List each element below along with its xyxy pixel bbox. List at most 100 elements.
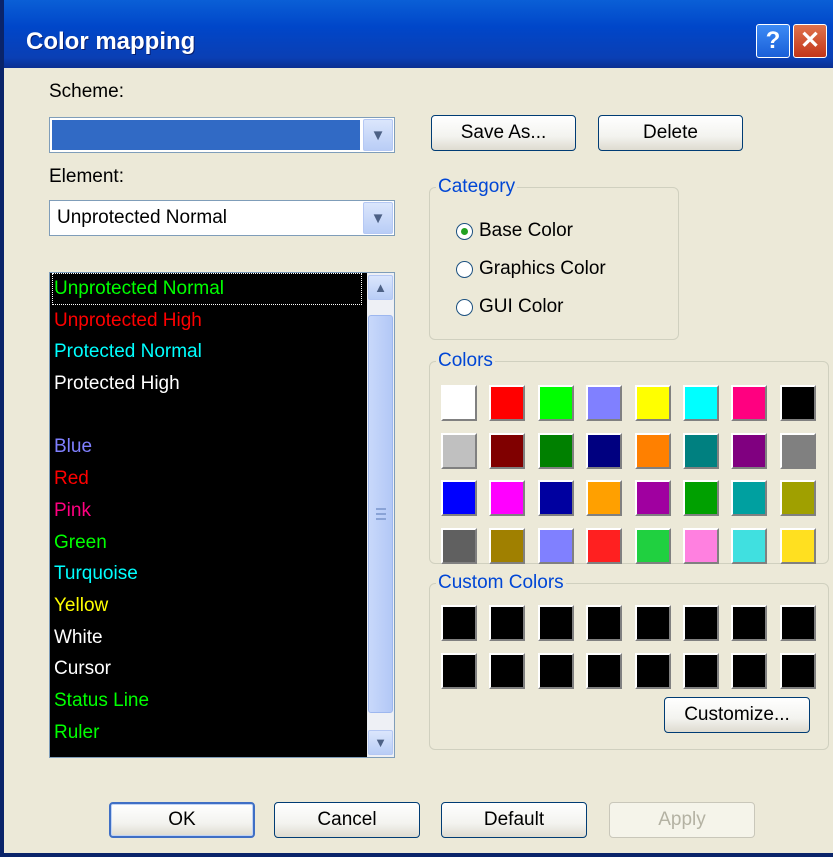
color-swatch[interactable] (634, 527, 671, 564)
custom-color-swatch[interactable] (634, 605, 671, 641)
custom-color-swatch[interactable] (586, 605, 623, 641)
list-item[interactable]: Protected High (52, 368, 362, 400)
color-swatch[interactable] (634, 480, 671, 516)
custom-color-swatch[interactable] (683, 652, 719, 689)
radio-circle-icon[interactable] (456, 222, 473, 240)
scroll-thumb[interactable] (368, 315, 393, 713)
color-swatch[interactable] (586, 480, 623, 516)
category-radio-label: Base Color (479, 220, 573, 241)
color-swatch[interactable] (683, 480, 719, 516)
list-item[interactable]: Protected Normal (52, 336, 362, 368)
color-swatch[interactable] (489, 432, 526, 469)
delete-button[interactable]: Delete (598, 115, 743, 151)
scheme-label: Scheme: (49, 81, 124, 102)
custom-color-swatch[interactable] (683, 605, 719, 641)
color-swatch[interactable] (683, 385, 719, 421)
close-button[interactable]: ✕ (793, 24, 827, 58)
scheme-value (52, 120, 360, 150)
list-item[interactable]: Red (52, 463, 362, 495)
color-swatch[interactable] (441, 385, 477, 421)
list-item[interactable]: White (52, 622, 362, 654)
custom-color-swatch[interactable] (634, 652, 671, 689)
color-swatch[interactable] (731, 385, 768, 421)
color-swatch[interactable] (441, 432, 477, 469)
customize-button[interactable]: Customize... (664, 697, 810, 733)
scroll-up-button[interactable]: ▲ (368, 275, 393, 300)
radio-circle-icon[interactable] (456, 260, 473, 278)
custom-color-swatch[interactable] (441, 652, 477, 689)
category-radio-label: Graphics Color (479, 258, 606, 279)
chevron-down-icon: ▼ (374, 735, 387, 750)
element-list-items: Unprotected Normal Unprotected High Protec… (52, 273, 362, 748)
custom-color-swatch[interactable] (779, 605, 816, 641)
color-swatch[interactable] (537, 432, 574, 469)
list-item[interactable]: Cursor (52, 653, 362, 685)
color-swatch[interactable] (731, 432, 768, 469)
list-item[interactable]: Status Line (52, 685, 362, 717)
color-swatch[interactable] (586, 432, 623, 469)
scheme-combobox[interactable]: ▼ (49, 117, 395, 153)
custom-color-swatch[interactable] (537, 652, 574, 689)
custom-color-swatch[interactable] (779, 652, 816, 689)
category-radio[interactable]: Graphics Color (456, 258, 606, 280)
color-swatch[interactable] (779, 385, 816, 421)
custom-colors-legend: Custom Colors (438, 572, 564, 593)
radio-circle-icon[interactable] (456, 298, 473, 316)
color-swatch[interactable] (731, 480, 768, 516)
color-swatch[interactable] (634, 432, 671, 469)
color-swatch[interactable] (634, 385, 671, 421)
category-radio[interactable]: GUI Color (456, 296, 563, 318)
list-item[interactable]: Ruler (52, 717, 362, 749)
ok-button[interactable]: OK (109, 802, 255, 838)
color-mapping-dialog: Color mapping ? ✕ Scheme: ▼ Element: Unp… (0, 0, 833, 857)
list-item[interactable]: Yellow (52, 590, 362, 622)
list-item[interactable]: Blue (52, 431, 362, 463)
help-button[interactable]: ? (756, 24, 790, 58)
color-swatch[interactable] (489, 385, 526, 421)
color-swatch[interactable] (779, 480, 816, 516)
chevron-down-icon: ▼ (370, 209, 386, 227)
help-icon: ? (765, 27, 781, 54)
list-item[interactable]: Green (52, 527, 362, 559)
color-swatch[interactable] (537, 385, 574, 421)
title-bar[interactable]: Color mapping ? ✕ (4, 0, 833, 68)
scheme-dropdown-button[interactable]: ▼ (363, 119, 393, 151)
color-swatch[interactable] (586, 385, 623, 421)
apply-button[interactable]: Apply (609, 802, 755, 838)
category-radio[interactable]: Base Color (456, 220, 573, 242)
color-swatch[interactable] (441, 527, 477, 564)
color-swatch[interactable] (779, 527, 816, 564)
color-swatch[interactable] (537, 527, 574, 564)
custom-color-swatch[interactable] (731, 652, 768, 689)
default-button[interactable]: Default (441, 802, 587, 838)
list-item[interactable]: Unprotected High (52, 305, 362, 337)
cancel-button[interactable]: Cancel (274, 802, 420, 838)
save-as-button[interactable]: Save As... (431, 115, 576, 151)
list-item[interactable]: Pink (52, 495, 362, 527)
custom-color-swatch[interactable] (441, 605, 477, 641)
window-title: Color mapping (26, 28, 196, 55)
list-scrollbar[interactable]: ▲ ▼ (367, 273, 394, 757)
color-swatch[interactable] (683, 432, 719, 469)
color-swatch[interactable] (731, 527, 768, 564)
scroll-down-button[interactable]: ▼ (368, 730, 393, 755)
list-item[interactable]: Unprotected Normal (52, 273, 362, 305)
color-swatch[interactable] (586, 527, 623, 564)
element-dropdown-button[interactable]: ▼ (363, 202, 393, 234)
color-swatch[interactable] (441, 480, 477, 516)
list-item[interactable] (52, 400, 362, 432)
color-swatch[interactable] (779, 432, 816, 469)
custom-color-swatch[interactable] (537, 605, 574, 641)
color-swatch[interactable] (683, 527, 719, 564)
custom-color-swatch[interactable] (586, 652, 623, 689)
close-icon: ✕ (799, 27, 821, 54)
element-listbox[interactable]: Unprotected Normal Unprotected High Protec… (49, 272, 395, 758)
color-swatch[interactable] (537, 480, 574, 516)
custom-color-swatch[interactable] (731, 605, 768, 641)
color-swatch[interactable] (489, 527, 526, 564)
list-item[interactable]: Turquoise (52, 558, 362, 590)
element-combobox[interactable]: Unprotected Normal ▼ (49, 200, 395, 236)
custom-color-swatch[interactable] (489, 605, 526, 641)
color-swatch[interactable] (489, 480, 526, 516)
custom-color-swatch[interactable] (489, 652, 526, 689)
